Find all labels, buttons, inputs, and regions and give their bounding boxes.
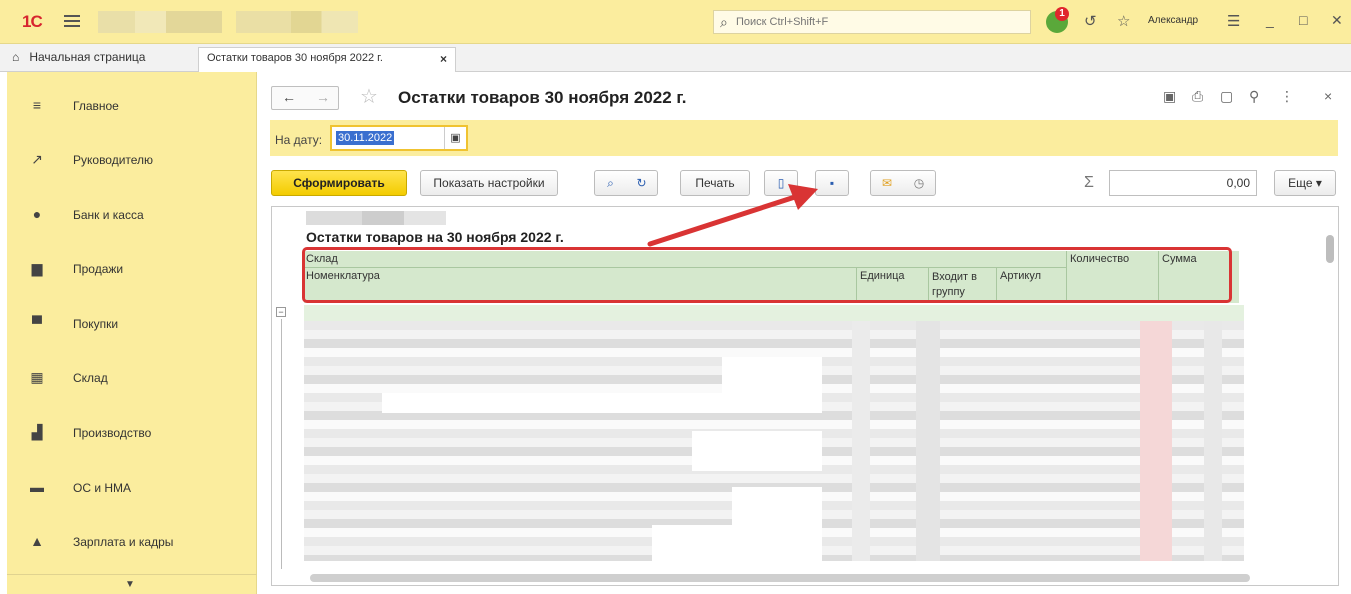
favorite-star-icon[interactable]: ☆: [360, 84, 378, 109]
sidebar-item-label: Руководителю: [73, 153, 154, 167]
user-name[interactable]: Александр: [1148, 15, 1198, 26]
sidebar-item-label: Продажи: [73, 262, 124, 276]
mail-icon[interactable]: ✉: [871, 171, 903, 195]
factory-icon: ▟: [31, 424, 43, 440]
blurred-title-area: [98, 11, 222, 33]
app-logo[interactable]: 1С: [22, 12, 43, 32]
sidebar-item-label: Зарплата и кадры: [73, 535, 174, 549]
top-bar: 1С ⌕ 1 ↺ ☆ Александр ☰ _ □ ✕: [0, 0, 1351, 44]
save-disk-icon[interactable]: ▣: [1163, 88, 1176, 105]
sidebar-item-assets[interactable]: ▬ ОС и НМА: [7, 459, 257, 513]
print-icon[interactable]: ⎙: [1192, 88, 1203, 105]
vertical-scrollbar[interactable]: [1326, 227, 1334, 577]
coin-icon: ●: [32, 206, 42, 222]
report-params-bar: На дату: 30.11.2022 ▣: [270, 120, 1338, 156]
tab-home-label: Начальная страница: [29, 50, 146, 64]
sidebar-item-manager[interactable]: ↗ Руководителю: [7, 131, 257, 185]
search-buttons: ⌕ ↻: [594, 170, 658, 196]
sidebar-item-bank[interactable]: ● Банк и касса: [7, 186, 257, 240]
preview-button[interactable]: ▯: [764, 170, 798, 196]
person-icon: ▲: [30, 533, 44, 549]
schedule-icon[interactable]: ◷: [903, 171, 935, 195]
date-label: На дату:: [275, 133, 323, 147]
search-input[interactable]: [736, 14, 1016, 30]
calendar-icon[interactable]: ▣: [444, 127, 466, 149]
warehouse-icon: ▦: [30, 369, 44, 385]
page-title: Остатки товаров 30 ноября 2022 г.: [398, 88, 687, 107]
close-window-icon[interactable]: ✕: [1331, 12, 1343, 29]
sum-icon: Σ: [1084, 174, 1094, 191]
header-highlight: [302, 247, 1232, 303]
tab-report[interactable]: Остатки товаров 30 ноября 2022 г. ×: [198, 47, 456, 72]
sidebar-item-purchases[interactable]: ▀ Покупки: [7, 295, 257, 349]
tree-line: [281, 319, 282, 569]
preview-icon[interactable]: ▢: [1220, 88, 1233, 105]
global-search[interactable]: ⌕: [713, 10, 1031, 34]
report-title: Остатки товаров на 30 ноября 2022 г.: [306, 229, 564, 245]
favorites-icon[interactable]: ☆: [1117, 12, 1130, 30]
sidebar-item-label: Производство: [73, 426, 152, 440]
search-next-icon[interactable]: ↻: [626, 171, 657, 195]
sidebar-item-label: Банк и касса: [73, 208, 144, 222]
group-row[interactable]: [304, 305, 1244, 321]
minimize-icon[interactable]: _: [1266, 12, 1274, 28]
tab-bar: ⌂ Начальная страница Остатки товаров 30 …: [0, 44, 1351, 72]
maximize-icon[interactable]: □: [1299, 12, 1307, 28]
date-field[interactable]: 30.11.2022 ▣: [330, 125, 468, 151]
bag-icon: ▆: [31, 260, 43, 276]
close-form-icon[interactable]: ×: [1324, 88, 1332, 104]
sidebar: ≡ Главное ↗ Руководителю ● Банк и касса …: [7, 72, 257, 594]
link-icon[interactable]: ⚲: [1249, 88, 1259, 105]
tab-close-icon[interactable]: ×: [440, 52, 447, 66]
sidebar-item-salary[interactable]: ▲ Зарплата и кадры: [7, 513, 257, 567]
sidebar-scroll-down[interactable]: ▼: [7, 574, 257, 594]
generate-button[interactable]: Сформировать: [271, 170, 407, 196]
show-settings-button[interactable]: Показать настройки: [420, 170, 558, 196]
sidebar-item-label: Главное: [73, 99, 119, 113]
sidebar-item-production[interactable]: ▟ Производство: [7, 404, 257, 458]
trend-icon: ↗: [31, 151, 43, 167]
print-button[interactable]: Печать: [680, 170, 750, 196]
sidebar-item-label: Покупки: [73, 317, 119, 331]
search-icon[interactable]: ⌕: [595, 171, 626, 195]
search-icon: ⌕: [720, 14, 728, 30]
sidebar-item-label: Склад: [73, 371, 108, 385]
sidebar-item-warehouse[interactable]: ▦ Склад: [7, 349, 257, 403]
truck-icon: ▬: [30, 479, 44, 495]
more-button[interactable]: Еще ▾: [1274, 170, 1336, 196]
sidebar-item-sales[interactable]: ▆ Продажи: [7, 240, 257, 294]
home-icon: ⌂: [12, 50, 20, 64]
blurred-company-name: [306, 211, 446, 225]
sidebar-item-main[interactable]: ≡ Главное: [7, 77, 257, 131]
notification-badge: 1: [1055, 7, 1069, 21]
menu-icon: ≡: [32, 97, 42, 113]
main-menu-icon[interactable]: [64, 12, 80, 28]
chevron-down-icon: ▼: [125, 579, 135, 590]
sidebar-item-label: ОС и НМА: [73, 481, 132, 495]
report-spreadsheet[interactable]: Остатки товаров на 30 ноября 2022 г. Скл…: [271, 206, 1339, 586]
horizontal-scrollbar[interactable]: [300, 574, 1300, 582]
report-form: ← → ☆ Остатки товаров 30 ноября 2022 г. …: [258, 72, 1351, 594]
mail-schedule-buttons: ✉ ◷: [870, 170, 936, 196]
blurred-org-area: [236, 11, 358, 33]
settings-menu-icon[interactable]: ☰: [1227, 12, 1240, 30]
nav-buttons: ← →: [271, 86, 339, 110]
more-vertical-icon[interactable]: ⋮: [1280, 88, 1294, 105]
sum-field: 0,00: [1109, 170, 1257, 196]
tab-report-label: Остатки товаров 30 ноября 2022 г.: [207, 52, 383, 64]
group-collapse-icon[interactable]: −: [276, 307, 286, 317]
tab-home[interactable]: ⌂ Начальная страница: [12, 50, 145, 64]
save-button[interactable]: ▪: [815, 170, 849, 196]
back-icon[interactable]: ←: [282, 89, 296, 105]
notifications-icon[interactable]: 1: [1046, 7, 1069, 33]
history-icon[interactable]: ↺: [1084, 12, 1097, 30]
forward-icon[interactable]: →: [316, 89, 330, 105]
date-value[interactable]: 30.11.2022: [336, 131, 395, 145]
cart-icon: ▀: [32, 315, 42, 331]
